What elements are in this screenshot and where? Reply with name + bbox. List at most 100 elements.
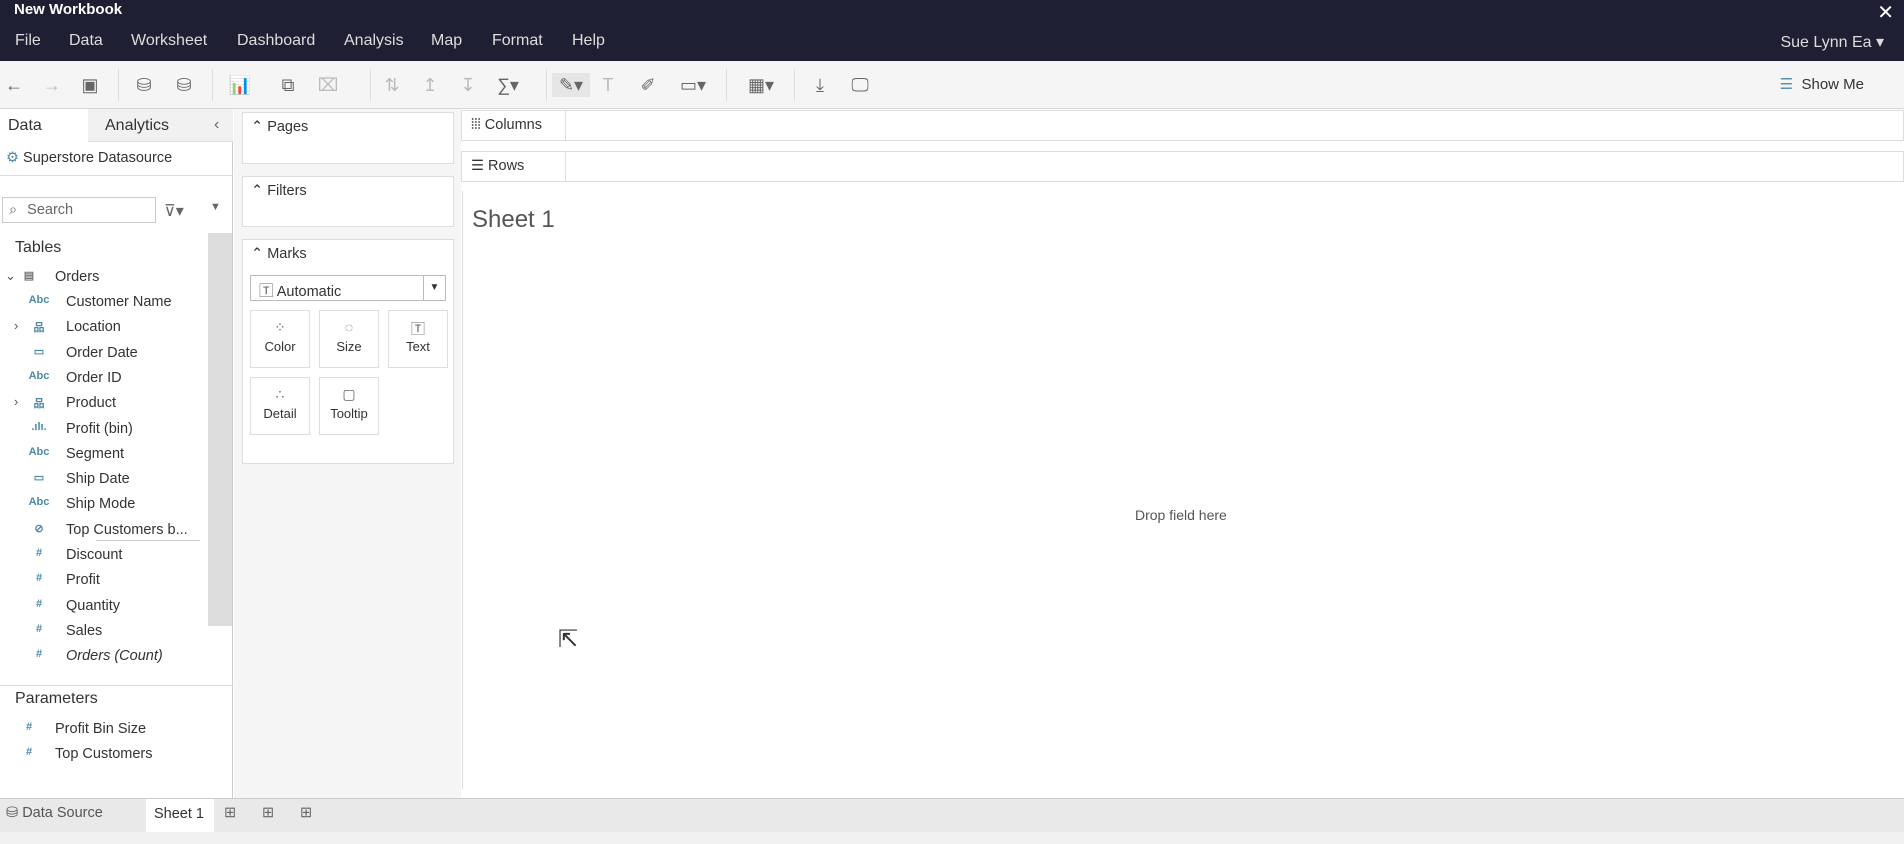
tab-data[interactable]: Data	[0, 109, 88, 142]
data-source-tab[interactable]: ⛁ Data Source	[6, 805, 103, 821]
expand-icon[interactable]: ›	[14, 318, 18, 333]
columns-label: Columns	[484, 117, 542, 133]
field-item[interactable]: Abc Ship Mode	[0, 493, 205, 518]
text-icon: 🅃	[411, 321, 425, 337]
tooltip-label: Tooltip	[330, 406, 368, 421]
field-item[interactable]: # Quantity	[0, 595, 205, 620]
field-type-date-icon: ▭	[33, 472, 45, 485]
field-item[interactable]: # Orders (Count)	[0, 645, 205, 670]
field-name: Customer Name	[66, 294, 172, 310]
presentation-icon[interactable]: 🖵	[848, 73, 872, 97]
size-button[interactable]: ◌ Size	[319, 310, 379, 368]
user-menu[interactable]: Sue Lynn Ea ▾	[1780, 32, 1884, 52]
save-icon[interactable]: ▣	[78, 73, 102, 97]
totals-icon[interactable]: ∑▾	[496, 73, 520, 97]
menu-chevron-icon[interactable]: ▼	[210, 201, 221, 213]
field-item[interactable]: Abc Customer Name	[0, 291, 205, 316]
swap-icon[interactable]: ⇅	[380, 73, 404, 97]
columns-shelf[interactable]: ⦙⦙⦙ Columns	[461, 110, 1904, 141]
divider	[96, 540, 200, 541]
mark-type-value: Automatic	[276, 284, 342, 300]
field-item[interactable]: ▭ Ship Date	[0, 468, 205, 493]
table-orders[interactable]: ⌄ ▤ Orders	[0, 266, 205, 291]
new-worksheet-icon[interactable]: 📊	[228, 73, 252, 97]
sheet-tab[interactable]: Sheet 1	[146, 799, 214, 832]
field-type-Abc-icon: Abc	[28, 369, 50, 382]
tab-analytics[interactable]: Analytics	[88, 109, 233, 142]
color-button[interactable]: ⁘ Color	[250, 310, 310, 368]
field-name: Orders (Count)	[66, 648, 163, 665]
field-item[interactable]: .ılı. Profit (bin)	[0, 418, 205, 443]
text-button[interactable]: 🅃 Text	[388, 310, 448, 368]
field-item[interactable]: › 品 Location	[0, 316, 205, 341]
field-item[interactable]: Abc Order ID	[0, 367, 205, 392]
parameter-item[interactable]: # Profit Bin Size	[0, 718, 205, 743]
menu-map[interactable]: Map	[431, 32, 462, 50]
rows-shelf[interactable]: ☰ Rows	[461, 151, 1904, 182]
expand-icon[interactable]: ›	[14, 394, 18, 409]
mark-type-dropdown[interactable]: 🅃 Automatic ▼	[250, 275, 446, 301]
highlight-icon[interactable]: ✎▾	[552, 73, 590, 97]
new-story-icon[interactable]: ⊞	[300, 805, 312, 821]
filters-label: Filters	[267, 183, 307, 199]
clear-sheet-icon[interactable]: ⌧	[316, 73, 340, 97]
duplicate-sheet-icon[interactable]: ⧉	[276, 73, 300, 97]
field-type-hier-icon: 品	[33, 322, 45, 335]
new-worksheet-icon[interactable]: ⊞	[224, 805, 236, 821]
divider	[212, 69, 213, 101]
filters-card[interactable]: ⌃ Filters	[242, 176, 454, 227]
field-item[interactable]: # Profit	[0, 569, 205, 594]
show-me-button[interactable]: ☰ Show Me	[1780, 75, 1864, 93]
field-item[interactable]: # Discount	[0, 544, 205, 569]
menu-file[interactable]: File	[15, 32, 41, 50]
field-name: Top Customers b...	[66, 521, 188, 538]
search-input[interactable]: ⌕ Search	[2, 197, 156, 223]
new-dashboard-icon[interactable]: ⊞	[262, 805, 274, 821]
fit-icon[interactable]: ▭▾	[676, 73, 710, 97]
field-item[interactable]: Abc Segment	[0, 443, 205, 468]
chevron-down-icon[interactable]: ▼	[423, 276, 445, 300]
sort-ascending-icon[interactable]: ↥	[418, 73, 442, 97]
search-placeholder: Search	[27, 202, 74, 218]
parameter-item[interactable]: # Top Customers	[0, 743, 205, 768]
field-item[interactable]: ▭ Order Date	[0, 342, 205, 367]
scrollbar[interactable]	[208, 233, 232, 626]
redo-icon[interactable]: →	[40, 73, 64, 97]
download-icon[interactable]: ⤓	[808, 73, 832, 97]
pages-card[interactable]: ⌃ Pages	[242, 112, 454, 164]
menu-dashboard[interactable]: Dashboard	[237, 32, 315, 50]
menu-analysis[interactable]: Analysis	[344, 32, 404, 50]
tooltip-button[interactable]: ▢ Tooltip	[319, 377, 379, 435]
menu-worksheet[interactable]: Worksheet	[131, 32, 207, 50]
close-icon[interactable]: ✕	[1877, 0, 1894, 25]
parameter-name: Profit Bin Size	[55, 721, 147, 737]
divider	[546, 69, 547, 101]
marks-card: ⌃ Marks 🅃 Automatic ▼ ⁘ Color ◌ Size 🅃 Text …	[242, 239, 454, 464]
view-canvas[interactable]: Sheet 1 Drop field here ⇱	[462, 191, 1904, 789]
pause-updates-icon[interactable]: ⛁	[172, 73, 196, 97]
parameters-heading: Parameters	[15, 690, 98, 707]
sort-descending-icon[interactable]: ↧	[456, 73, 480, 97]
status-bar	[0, 832, 1904, 844]
menu-help[interactable]: Help	[572, 32, 605, 50]
detail-button[interactable]: ∴ Detail	[250, 377, 310, 435]
sheet-title[interactable]: Sheet 1	[472, 206, 555, 234]
datasource-item[interactable]: ⚙ Superstore Datasource	[0, 142, 233, 176]
menu-format[interactable]: Format	[492, 32, 543, 50]
menu-data[interactable]: Data	[69, 32, 103, 50]
field-item[interactable]: # Sales	[0, 620, 205, 645]
new-datasource-icon[interactable]: ⛁	[132, 73, 156, 97]
field-name: Location	[66, 319, 121, 336]
divider	[118, 69, 119, 101]
labels-icon[interactable]: T	[596, 73, 620, 97]
database-icon: ⛁	[6, 805, 19, 821]
field-name: Order Date	[66, 344, 138, 361]
undo-icon[interactable]: ←	[2, 73, 26, 97]
cards-column: ⌃ Pages ⌃ Filters ⌃ Marks 🅃 Automatic ▼ ⁘…	[234, 109, 461, 798]
format-icon[interactable]: ✐	[636, 73, 660, 97]
filter-fields-icon[interactable]: ⊽▾	[164, 201, 184, 221]
show-cards-icon[interactable]: ▦▾	[742, 73, 780, 97]
field-item[interactable]: › 品 Product	[0, 392, 205, 417]
sheet-tabs-bar: ⛁ Data Source Sheet 1 ⊞ ⊞ ⊞	[0, 798, 1904, 832]
collapse-icon[interactable]: ‹	[214, 116, 219, 134]
